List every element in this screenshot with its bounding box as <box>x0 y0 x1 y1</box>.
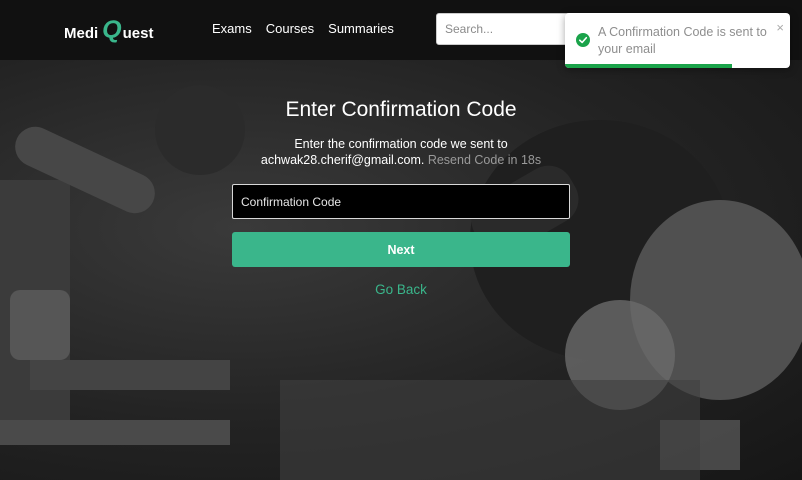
background-image <box>0 60 802 480</box>
nav-link-courses[interactable]: Courses <box>266 21 314 36</box>
email-address: achwak28.cherif@gmail.com. <box>260 153 425 167</box>
next-button[interactable]: Next <box>232 232 570 267</box>
page-title: Enter Confirmation Code <box>285 98 517 121</box>
brand-part2: uest <box>122 25 154 42</box>
nav-link-summaries[interactable]: Summaries <box>328 21 394 36</box>
resend-code-link[interactable]: Resend Code in 18s <box>428 153 541 167</box>
brand-q-letter: Q <box>102 16 122 44</box>
success-toast: A Confirmation Code is sent to your emai… <box>565 13 790 68</box>
brand-logo[interactable]: Medi Q uest <box>64 16 153 46</box>
nav-links: Exams Courses Summaries <box>212 21 394 36</box>
email-line: achwak28.cherif@gmail.com. Resend Code i… <box>0 153 802 167</box>
toast-message: A Confirmation Code is sent to your emai… <box>598 25 767 56</box>
toast-progress-bar <box>565 64 732 68</box>
nav-link-exams[interactable]: Exams <box>212 21 252 36</box>
confirmation-code-input[interactable] <box>232 184 570 219</box>
brand-part1: Medi <box>64 25 99 42</box>
close-icon[interactable]: × <box>776 20 784 35</box>
check-circle-icon <box>576 33 590 47</box>
go-back-link[interactable]: Go Back <box>0 282 802 297</box>
instruction-text: Enter the confirmation code we sent to <box>294 137 508 151</box>
